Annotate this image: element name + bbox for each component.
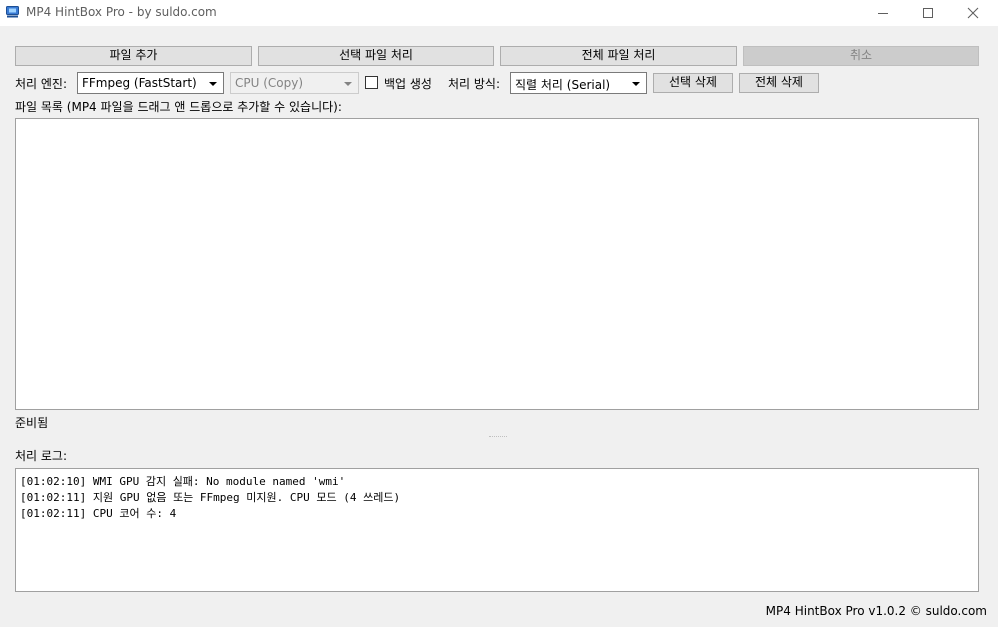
chevron-down-icon: [632, 82, 640, 86]
mode-label: 처리 방식:: [448, 77, 501, 91]
app-icon: [6, 6, 19, 18]
engine-select-value: FFmpeg (FastStart): [82, 76, 197, 90]
minimize-icon: [878, 13, 888, 14]
title-bar[interactable]: MP4 HintBox Pro - by suldo.com: [0, 0, 998, 26]
chevron-down-icon: [209, 82, 217, 86]
device-select-value: CPU (Copy): [235, 76, 304, 90]
engine-label: 처리 엔진:: [15, 77, 68, 91]
backup-checkbox[interactable]: [365, 76, 378, 89]
process-all-button[interactable]: 전체 파일 처리: [500, 46, 737, 66]
close-icon: [967, 7, 979, 19]
backup-label[interactable]: 백업 생성: [384, 75, 432, 92]
minimize-button[interactable]: [860, 0, 906, 26]
delete-all-button[interactable]: 전체 삭제: [739, 73, 819, 93]
log-line: [01:02:11] CPU 코어 수: 4: [20, 507, 177, 520]
log-line: [01:02:10] WMI GPU 감지 실패: No module name…: [20, 475, 346, 488]
file-list[interactable]: [15, 118, 979, 410]
footer-credit: MP4 HintBox Pro v1.0.2 © suldo.com: [765, 604, 987, 618]
add-files-button[interactable]: 파일 추가: [15, 46, 252, 66]
process-selected-button[interactable]: 선택 파일 처리: [258, 46, 494, 66]
close-button[interactable]: [950, 0, 996, 26]
engine-select[interactable]: FFmpeg (FastStart): [77, 72, 224, 94]
log-label: 처리 로그:: [15, 449, 68, 463]
mode-select[interactable]: 직렬 처리 (Serial): [510, 72, 647, 94]
maximize-icon: [923, 8, 933, 18]
file-list-label: 파일 목록 (MP4 파일을 드래그 앤 드롭으로 추가할 수 있습니다):: [15, 100, 342, 114]
mode-select-value: 직렬 처리 (Serial): [515, 78, 611, 92]
log-line: [01:02:11] 지원 GPU 없음 또는 FFmpeg 미지원. CPU …: [20, 491, 401, 504]
delete-selected-button[interactable]: 선택 삭제: [653, 73, 733, 93]
window-title: MP4 HintBox Pro - by suldo.com: [26, 5, 217, 19]
splitter-handle[interactable]: [489, 436, 507, 439]
status-text: 준비됨: [15, 416, 49, 430]
device-select[interactable]: CPU (Copy): [230, 72, 359, 94]
cancel-button[interactable]: 취소: [743, 46, 979, 66]
log-area[interactable]: [01:02:10] WMI GPU 감지 실패: No module name…: [15, 468, 979, 592]
maximize-button[interactable]: [905, 0, 951, 26]
chevron-down-icon: [344, 82, 352, 86]
